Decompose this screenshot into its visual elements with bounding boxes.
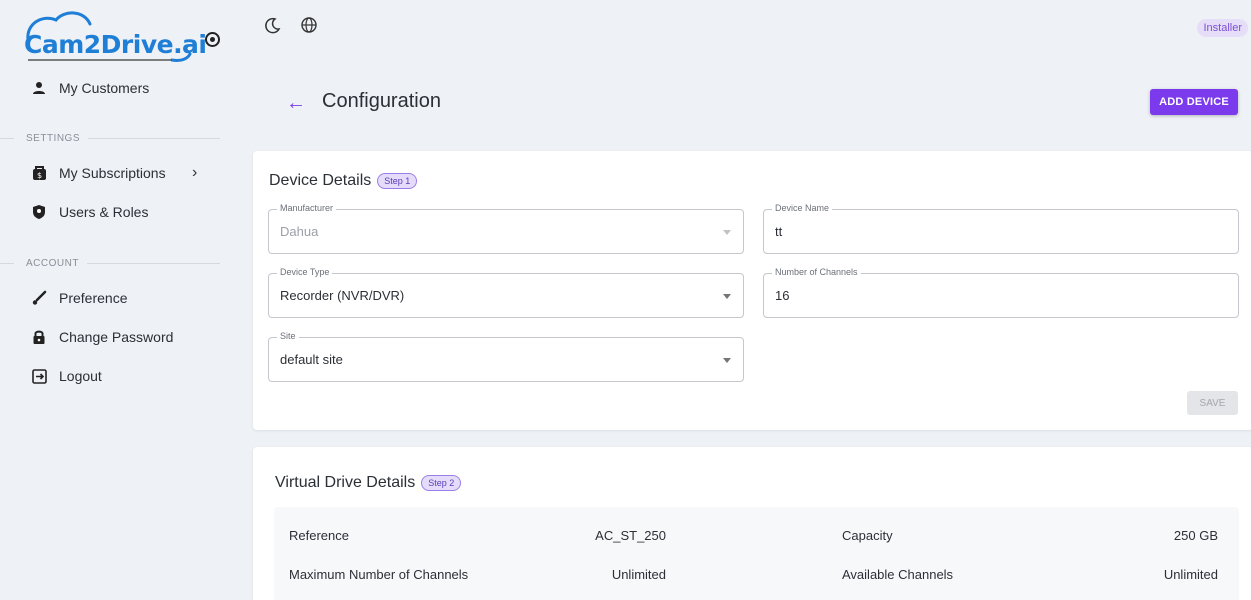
capacity-label: Capacity <box>842 528 893 543</box>
back-arrow-icon[interactable]: ← <box>286 92 306 115</box>
logo-badge-icon <box>205 32 220 47</box>
sidebar-item-logout[interactable]: Logout <box>30 364 102 388</box>
sidebar-item-change-password[interactable]: Change Password <box>30 325 173 349</box>
sidebar-item-label: My Subscriptions <box>59 165 166 181</box>
capacity-value: 250 GB <box>1173 528 1218 543</box>
virtual-drive-title: Virtual Drive Details Step 2 <box>275 474 462 492</box>
person-icon <box>30 79 48 97</box>
sidebar-item-label: My Customers <box>59 80 150 96</box>
page-title: Configuration <box>322 90 441 112</box>
save-button[interactable]: SAVE <box>1187 391 1238 415</box>
sidebar: Cam2Drive.ai My Customers SETTINGS $ My … <box>0 0 236 600</box>
sidebar-item-my-customers[interactable]: My Customers <box>30 76 149 100</box>
dropdown-caret-icon <box>723 358 731 363</box>
dark-mode-icon[interactable] <box>264 16 282 34</box>
section-label-account: ACCOUNT <box>0 256 220 270</box>
brush-icon <box>30 289 48 307</box>
step-badge: Step 2 <box>421 475 462 491</box>
dropdown-caret-icon <box>723 230 731 235</box>
virtual-drive-details: Reference AC_ST_250 Capacity 250 GB Maxi… <box>274 507 1239 600</box>
logout-icon <box>30 367 48 385</box>
number-of-channels-field[interactable]: Number of Channels 16 <box>763 267 1239 318</box>
reference-label: Reference <box>289 528 349 543</box>
device-name-field[interactable]: Device Name tt <box>763 203 1239 254</box>
sidebar-item-preference[interactable]: Preference <box>30 286 127 310</box>
logo-text: Cam2Drive.ai <box>24 30 207 59</box>
sidebar-item-my-subscriptions[interactable]: $ My Subscriptions <box>30 161 166 185</box>
svg-text:$: $ <box>36 171 41 180</box>
sidebar-item-label: Change Password <box>59 329 174 345</box>
lock-icon <box>30 328 48 346</box>
top-toolbar <box>264 16 318 34</box>
dollar-bag-icon: $ <box>30 164 48 182</box>
sidebar-item-label: Logout <box>59 368 102 384</box>
device-details-card: Device Details Step 1 Manufacturer Dahua… <box>253 151 1251 430</box>
add-device-button[interactable]: ADD DEVICE <box>1150 89 1238 115</box>
reference-value: AC_ST_250 <box>595 528 666 543</box>
site-select[interactable]: Site default site <box>268 331 744 382</box>
available-channels-label: Available Channels <box>842 567 954 582</box>
step-badge: Step 1 <box>377 173 418 189</box>
sidebar-item-users-roles[interactable]: Users & Roles <box>30 200 148 224</box>
virtual-drive-card: Virtual Drive Details Step 2 Reference A… <box>253 447 1251 600</box>
sidebar-item-label: Preference <box>59 290 128 306</box>
max-channels-value: Unlimited <box>611 567 666 582</box>
manufacturer-select[interactable]: Manufacturer Dahua <box>268 203 744 254</box>
dropdown-caret-icon <box>723 294 731 299</box>
max-channels-label: Maximum Number of Channels <box>289 567 469 582</box>
device-type-select[interactable]: Device Type Recorder (NVR/DVR) <box>268 267 744 318</box>
chevron-right-icon[interactable]: › <box>192 164 197 182</box>
shield-icon <box>30 203 48 221</box>
available-channels-value: Unlimited <box>1163 567 1218 582</box>
section-label-settings: SETTINGS <box>0 131 220 145</box>
role-badge[interactable]: Installer <box>1197 19 1248 37</box>
sidebar-item-label: Users & Roles <box>59 204 149 220</box>
globe-icon[interactable] <box>300 16 318 34</box>
device-details-title: Device Details Step 1 <box>269 172 418 190</box>
logo[interactable]: Cam2Drive.ai <box>22 8 222 68</box>
